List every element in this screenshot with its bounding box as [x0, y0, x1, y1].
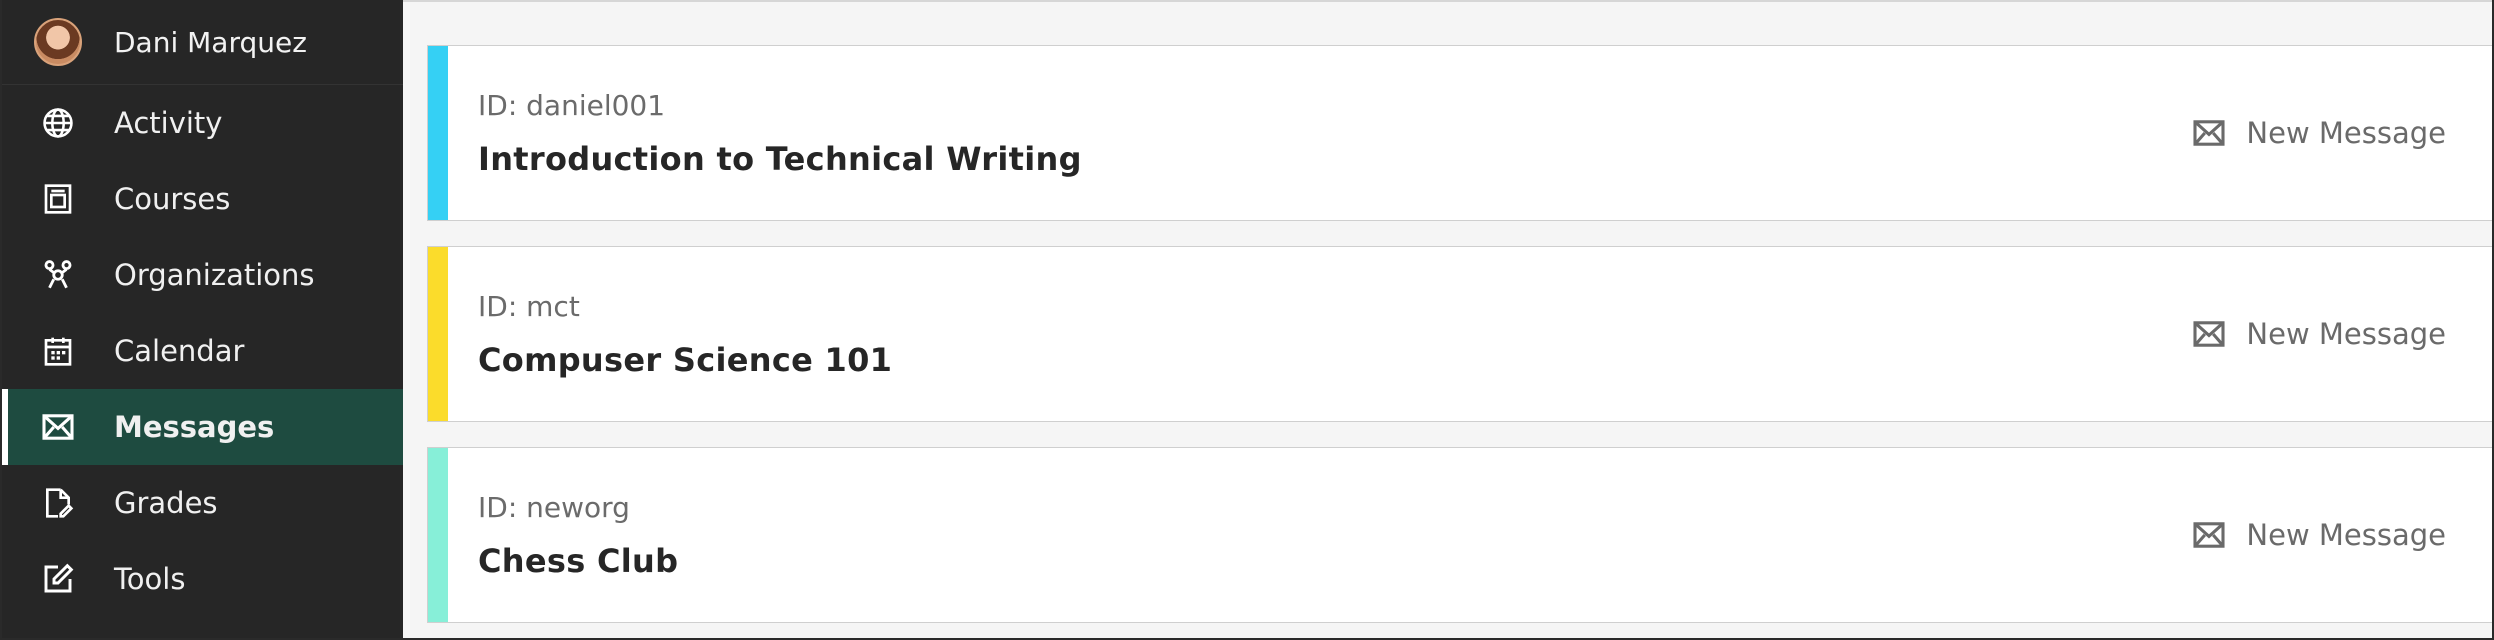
nav-label: Tools — [114, 562, 186, 596]
course-card[interactable]: ID: daniel001 Introduction to Technical … — [427, 45, 2494, 221]
nav-item-grades[interactable]: Grades — [0, 465, 403, 541]
nav-item-activity[interactable]: Activity — [0, 85, 403, 161]
avatar — [34, 18, 82, 66]
course-text: ID: mct Compuser Science 101 — [478, 290, 892, 379]
new-message-button[interactable]: New Message — [2192, 116, 2446, 150]
course-card[interactable]: ID: neworg Chess Club New Message — [427, 447, 2494, 623]
organizations-icon — [38, 255, 78, 295]
globe-icon — [38, 103, 78, 143]
course-title: Chess Club — [478, 541, 679, 580]
course-id: ID: daniel001 — [478, 88, 666, 122]
envelope-icon — [38, 407, 78, 447]
user-name: Dani Marquez — [114, 25, 307, 59]
course-id: ID: mct — [478, 289, 580, 323]
nav-label: Calendar — [114, 334, 245, 368]
course-color-stripe — [428, 247, 448, 421]
new-message-button[interactable]: New Message — [2192, 518, 2446, 552]
nav-label: Grades — [114, 486, 218, 520]
nav-item-calendar[interactable]: Calendar — [0, 313, 403, 389]
course-title: Compuser Science 101 — [478, 340, 893, 379]
main-content: ID: daniel001 Introduction to Technical … — [403, 0, 2494, 640]
new-message-label: New Message — [2246, 518, 2446, 552]
user-profile[interactable]: Dani Marquez — [0, 0, 403, 85]
nav-label: Activity — [114, 106, 223, 140]
course-text: ID: neworg Chess Club — [478, 491, 678, 580]
nav-label: Organizations — [114, 258, 315, 292]
course-color-stripe — [428, 46, 448, 220]
sidebar: Dani Marquez Activity Courses Organizati… — [0, 0, 403, 640]
course-title: Introduction to Technical Writing — [478, 139, 1082, 178]
new-message-button[interactable]: New Message — [2192, 317, 2446, 351]
course-color-stripe — [428, 448, 448, 622]
nav-item-organizations[interactable]: Organizations — [0, 237, 403, 313]
course-card[interactable]: ID: mct Compuser Science 101 New Message — [427, 246, 2494, 422]
nav-label: Courses — [114, 182, 231, 216]
envelope-icon — [2193, 522, 2225, 548]
courses-icon — [38, 179, 78, 219]
grades-icon — [38, 483, 78, 523]
nav-label: Messages — [114, 410, 275, 444]
new-message-label: New Message — [2246, 116, 2446, 150]
envelope-icon — [2193, 321, 2225, 347]
envelope-icon — [2193, 120, 2225, 146]
nav-item-messages[interactable]: Messages — [0, 389, 403, 465]
main-nav: Activity Courses Organizations Calendar … — [0, 85, 403, 617]
new-message-label: New Message — [2246, 317, 2446, 351]
nav-item-courses[interactable]: Courses — [0, 161, 403, 237]
tools-icon — [38, 559, 78, 599]
calendar-icon — [38, 331, 78, 371]
course-text: ID: daniel001 Introduction to Technical … — [478, 89, 1082, 178]
nav-item-tools[interactable]: Tools — [0, 541, 403, 617]
course-id: ID: neworg — [478, 490, 630, 524]
